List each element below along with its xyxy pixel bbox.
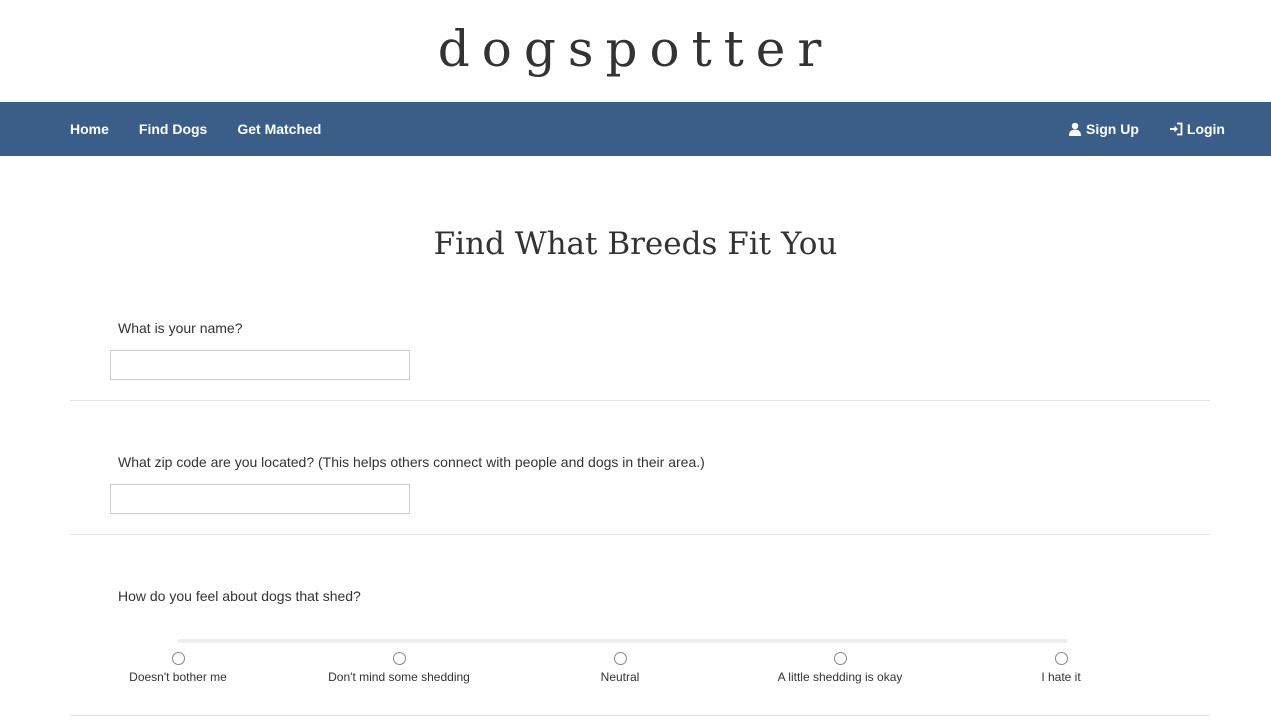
shedding-option-5-label: I hate it — [1041, 670, 1081, 684]
main-navbar: Home Find Dogs Get Matched Sign Up Login — [0, 102, 1271, 156]
login-icon — [1169, 122, 1183, 136]
shedding-option-3[interactable]: Neutral — [530, 652, 710, 684]
nav-right-group: Sign Up Login — [1038, 102, 1225, 156]
shedding-option-5[interactable]: I hate it — [971, 652, 1151, 684]
user-icon — [1069, 122, 1081, 136]
nav-find-dogs-link[interactable]: Find Dogs — [139, 121, 207, 137]
page-title: Find What Breeds Fit You — [433, 226, 838, 262]
question-shedding-label: How do you feel about dogs that shed? — [118, 588, 361, 604]
shedding-option-3-label: Neutral — [600, 670, 640, 684]
shedding-option-2[interactable]: Don't mind some shedding — [309, 652, 489, 684]
nav-home-link[interactable]: Home — [70, 121, 109, 137]
shedding-option-4-label: A little shedding is okay — [777, 670, 903, 684]
name-input[interactable] — [110, 350, 410, 380]
sign-up-label: Sign Up — [1086, 121, 1139, 137]
shedding-option-4[interactable]: A little shedding is okay — [750, 652, 930, 684]
shedding-radio-4[interactable] — [833, 652, 847, 665]
nav-find-dogs-label: Find Dogs — [138, 121, 208, 137]
question-shedding: How do you feel about dogs that shed? Do… — [70, 580, 1210, 716]
question-name-label: What is your name? — [118, 320, 243, 336]
nav-left-group: Home Find Dogs Get Matched — [70, 102, 351, 156]
shedding-radio-1[interactable] — [171, 652, 185, 665]
question-name: What is your name? — [70, 312, 1210, 401]
shedding-scale-track — [178, 639, 1067, 643]
shedding-radio-3[interactable] — [613, 652, 627, 665]
zip-code-input[interactable] — [110, 484, 410, 514]
question-zip: What zip code are you located? (This hel… — [70, 446, 1210, 535]
question-zip-label: What zip code are you located? (This hel… — [118, 454, 705, 470]
shedding-radio-5[interactable] — [1054, 652, 1068, 665]
shedding-radio-2[interactable] — [392, 652, 406, 665]
nav-get-matched-label: Get Matched — [237, 121, 322, 137]
shedding-option-1[interactable]: Doesn't bother me — [88, 652, 268, 684]
nav-home-label: Home — [70, 121, 109, 137]
site-header: dogspotter — [0, 0, 1271, 102]
shedding-option-2-label: Don't mind some shedding — [328, 670, 470, 684]
sign-up-link[interactable]: Sign Up — [1068, 121, 1139, 137]
site-logo[interactable]: dogspotter — [0, 14, 1271, 84]
login-label: Login — [1186, 121, 1225, 137]
login-link[interactable]: Login — [1169, 121, 1225, 137]
nav-get-matched-link[interactable]: Get Matched — [237, 121, 321, 137]
shedding-option-1-label: Doesn't bother me — [129, 670, 227, 684]
